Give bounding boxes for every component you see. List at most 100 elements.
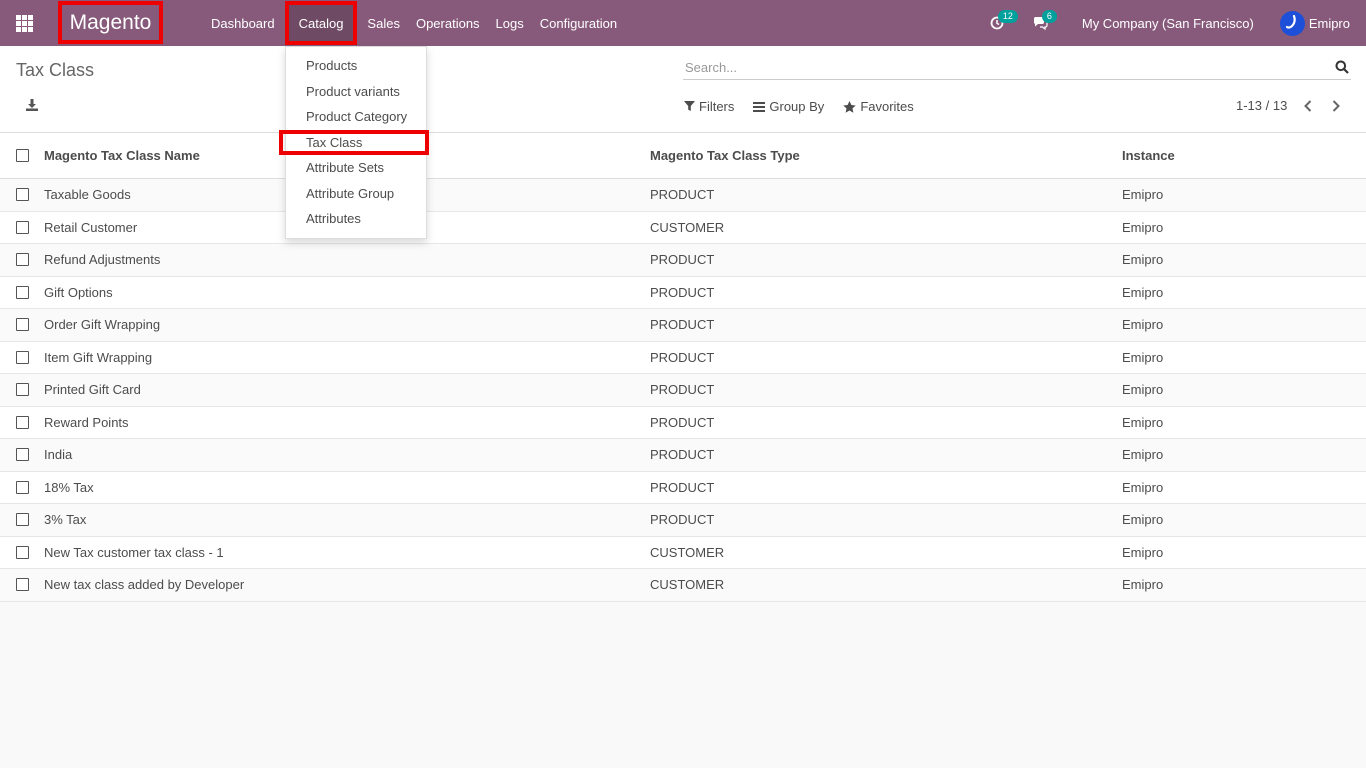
menu-catalog[interactable]: Catalog	[284, 1, 358, 45]
table-row[interactable]: Refund Adjustments PRODUCT Emipro	[0, 244, 1366, 277]
tax-class-list: Magento Tax Class Name Magento Tax Class…	[0, 133, 1366, 602]
cell-name: Printed Gift Card	[44, 382, 141, 398]
row-checkbox[interactable]	[16, 545, 29, 559]
row-checkbox[interactable]	[16, 350, 29, 364]
row-checkbox[interactable]	[16, 285, 29, 299]
star-icon	[843, 100, 857, 113]
dropdown-item-product-category[interactable]: Product Category	[286, 104, 426, 130]
table-row[interactable]: New tax class added by Developer CUSTOMER…	[0, 569, 1366, 602]
menu-dashboard[interactable]: Dashboard	[203, 0, 283, 46]
table-row[interactable]: Order Gift Wrapping PRODUCT Emipro	[0, 309, 1366, 342]
search-input[interactable]	[683, 56, 1323, 78]
cell-type: PRODUCT	[650, 447, 715, 463]
cell-name: Refund Adjustments	[44, 252, 161, 268]
row-checkbox[interactable]	[16, 383, 29, 397]
group-by-label: Group By	[769, 99, 825, 114]
table-row[interactable]: Item Gift Wrapping PRODUCT Emipro	[0, 342, 1366, 374]
main-menu: Dashboard Catalog Sales Operations Logs …	[203, 0, 625, 46]
cell-instance: Emipro	[1122, 187, 1164, 203]
cell-instance: Emipro	[1122, 317, 1164, 333]
row-checkbox[interactable]	[16, 448, 29, 462]
user-menu[interactable]: Emipro	[1279, 10, 1350, 36]
table-row[interactable]: Printed Gift Card PRODUCT Emipro	[0, 374, 1366, 407]
menu-sales[interactable]: Sales	[359, 0, 408, 46]
menu-configuration[interactable]: Configuration	[532, 0, 625, 46]
dropdown-item-product-variants[interactable]: Product variants	[286, 79, 426, 105]
cell-type: CUSTOMER	[650, 544, 725, 560]
menu-operations[interactable]: Operations	[408, 0, 488, 46]
cell-type: PRODUCT	[650, 382, 715, 398]
search-options: Filters Group By Favorites	[684, 99, 933, 114]
filters-button[interactable]: Filters	[684, 99, 734, 114]
dropdown-item-tax-class[interactable]: Tax Class	[279, 129, 429, 155]
cell-type: CUSTOMER	[650, 219, 725, 235]
table-row[interactable]: Retail Customer CUSTOMER Emipro	[0, 212, 1366, 244]
table-row[interactable]: Taxable Goods PRODUCT Emipro	[0, 179, 1366, 212]
cell-instance: Emipro	[1122, 252, 1164, 268]
table-row[interactable]: 18% Tax PRODUCT Emipro	[0, 472, 1366, 504]
pager-value[interactable]: 1-13 / 13	[1236, 98, 1287, 113]
export-button[interactable]	[25, 98, 39, 112]
cell-type: PRODUCT	[650, 187, 715, 203]
column-header-instance[interactable]: Instance	[1122, 148, 1322, 163]
pager-previous-button[interactable]	[1301, 99, 1315, 113]
table-row[interactable]: Reward Points PRODUCT Emipro	[0, 407, 1366, 439]
app-brand[interactable]: Magento	[58, 1, 163, 44]
dropdown-item-products[interactable]: Products	[286, 53, 426, 79]
cell-type: CUSTOMER	[650, 577, 725, 593]
cell-type: PRODUCT	[650, 479, 715, 495]
row-checkbox[interactable]	[16, 188, 29, 202]
pager: 1-13 / 13	[1236, 98, 1343, 113]
row-checkbox[interactable]	[16, 318, 29, 332]
dropdown-item-attributes[interactable]: Attributes	[286, 206, 426, 232]
logo-swirl-icon	[1286, 15, 1297, 29]
cell-type: PRODUCT	[650, 284, 715, 300]
cell-instance: Emipro	[1122, 284, 1164, 300]
user-name: Emipro	[1308, 15, 1350, 31]
row-checkbox[interactable]	[16, 513, 29, 527]
cell-instance: Emipro	[1122, 414, 1164, 430]
row-checkbox[interactable]	[16, 415, 29, 429]
favorites-button[interactable]: Favorites	[843, 99, 914, 114]
row-checkbox[interactable]	[16, 253, 29, 267]
table-row[interactable]: New Tax customer tax class - 1 CUSTOMER Em…	[0, 537, 1366, 569]
dropdown-item-attribute-group[interactable]: Attribute Group	[286, 181, 426, 207]
cell-type: PRODUCT	[650, 349, 715, 365]
page-title: Tax Class	[16, 60, 95, 80]
activities-button[interactable]: 12	[986, 10, 1018, 34]
select-all-checkbox[interactable]	[16, 149, 29, 162]
cell-instance: Emipro	[1122, 219, 1164, 235]
table-row[interactable]: 3% Tax PRODUCT Emipro	[0, 504, 1366, 537]
cell-instance: Emipro	[1122, 479, 1164, 495]
table-row[interactable]: India PRODUCT Emipro	[0, 439, 1366, 472]
filter-icon	[684, 101, 695, 111]
row-checkbox[interactable]	[16, 220, 29, 234]
chevron-right-icon	[1333, 99, 1341, 112]
cell-type: PRODUCT	[650, 252, 715, 268]
group-by-button[interactable]: Group By	[753, 99, 824, 114]
cell-name: New tax class added by Developer	[44, 577, 245, 593]
row-checkbox[interactable]	[16, 578, 29, 592]
dropdown-item-attribute-sets[interactable]: Attribute Sets	[286, 155, 426, 181]
cell-instance: Emipro	[1122, 577, 1164, 593]
favorites-label: Favorites	[860, 99, 914, 114]
pager-next-button[interactable]	[1329, 99, 1343, 113]
user-avatar	[1279, 10, 1305, 36]
row-checkbox[interactable]	[16, 480, 29, 494]
company-switcher[interactable]: My Company (San Francisco)	[1082, 16, 1254, 31]
cell-name: New Tax customer tax class - 1	[44, 544, 224, 560]
apps-grid-icon[interactable]	[16, 15, 33, 32]
messages-button[interactable]: 6	[1030, 10, 1057, 34]
systray: 12 6 My Company (San Francisco) Emipro	[986, 0, 1366, 46]
search-icon[interactable]	[1335, 60, 1349, 74]
cell-name: Order Gift Wrapping	[44, 317, 161, 333]
cell-name: Gift Options	[44, 284, 113, 300]
menu-logs[interactable]: Logs	[488, 0, 532, 46]
cell-name: 3% Tax	[44, 512, 87, 528]
filters-label: Filters	[699, 99, 735, 114]
column-header-type[interactable]: Magento Tax Class Type	[650, 148, 1122, 163]
table-row[interactable]: Gift Options PRODUCT Emipro	[0, 277, 1366, 309]
cell-name: Reward Points	[44, 414, 129, 430]
search-box	[683, 56, 1351, 80]
chevron-left-icon	[1304, 99, 1312, 112]
